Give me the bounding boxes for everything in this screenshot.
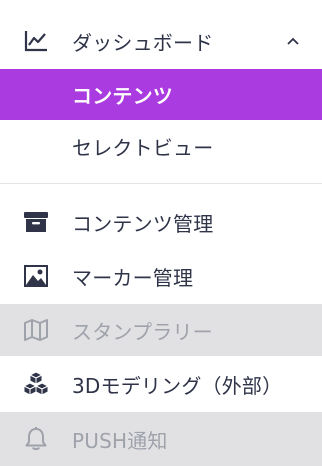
- menu-item-marker-manage[interactable]: マーカー管理: [0, 250, 322, 302]
- menu-item-dashboard-label: ダッシュボード: [72, 30, 214, 55]
- menu-item-push-label: PUSH通知: [72, 428, 168, 453]
- menu-item-marker-manage-label: マーカー管理: [72, 265, 194, 290]
- menu-item-contents-manage-label: コンテンツ管理: [72, 211, 214, 236]
- cubes-icon: [22, 370, 50, 398]
- menu-item-push[interactable]: PUSH通知: [0, 412, 322, 466]
- archive-box-icon: [22, 208, 50, 236]
- menu-item-dashboard[interactable]: ダッシュボード: [0, 14, 322, 68]
- menu-divider: [0, 183, 322, 184]
- menu-item-contents-label: コンテンツ: [72, 84, 173, 108]
- menu-item-3d-modeling-label: 3Dモデリング（外部）: [72, 373, 283, 398]
- menu-item-select-view[interactable]: セレクトビュー: [0, 120, 322, 172]
- map-icon: [22, 316, 50, 344]
- menu-item-select-view-label: セレクトビュー: [72, 135, 214, 160]
- menu-item-contents[interactable]: コンテンツ: [0, 69, 322, 120]
- image-icon: [22, 262, 50, 290]
- menu-item-contents-manage[interactable]: コンテンツ管理: [0, 196, 322, 248]
- chart-line-icon: [22, 27, 50, 55]
- bell-icon: [22, 425, 50, 453]
- menu-item-stamp-rally[interactable]: スタンプラリー: [0, 304, 322, 356]
- side-menu: ダッシュボード コンテンツ セレクトビュー コンテンツ管理 マーカー管理 スタン…: [0, 0, 322, 466]
- menu-item-stamp-rally-label: スタンプラリー: [72, 319, 213, 344]
- menu-item-3d-modeling[interactable]: 3Dモデリング（外部）: [0, 358, 322, 410]
- chevron-up-icon[interactable]: [286, 34, 300, 48]
